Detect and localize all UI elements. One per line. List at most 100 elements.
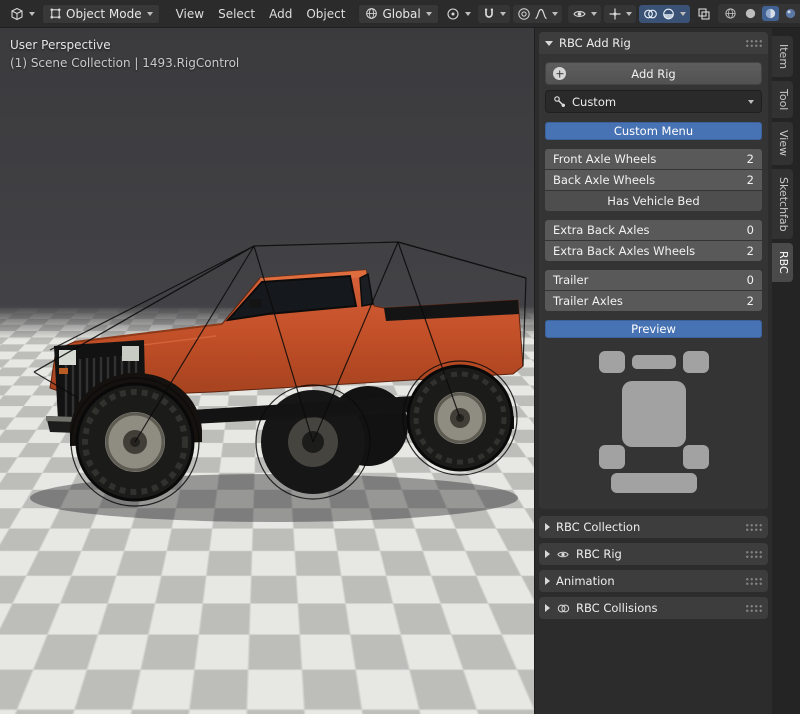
preview-front-right-wheel	[683, 351, 709, 373]
chevron-down-icon	[29, 12, 35, 16]
gizmo-icon	[608, 7, 622, 21]
tab-sketchfab[interactable]: Sketchfab	[772, 169, 793, 240]
falloff-curve-icon	[534, 7, 548, 21]
menu-object[interactable]: Object	[299, 4, 352, 24]
collapsed-arrow-icon	[545, 577, 550, 585]
chevron-down-icon	[465, 12, 471, 16]
mode-label: Object Mode	[66, 7, 142, 21]
truck-model[interactable]	[16, 220, 531, 535]
xray-icon	[697, 7, 711, 21]
chevron-down-icon	[147, 12, 153, 16]
overlays-toggle[interactable]	[639, 5, 690, 23]
tab-item[interactable]: Item	[772, 36, 793, 77]
custom-menu-button[interactable]: Custom Menu	[545, 122, 762, 140]
tab-view[interactable]: View	[772, 122, 793, 164]
overlays-icon	[643, 7, 658, 21]
collapsed-arrow-icon	[545, 523, 550, 531]
tab-rbc[interactable]: RBC	[772, 243, 793, 282]
n-panel-sidebar: RBC Add Rig Add Rig Custom Custom Menu F…	[534, 28, 772, 714]
chevron-down-icon	[626, 12, 632, 16]
magnet-icon	[482, 7, 496, 21]
active-object-breadcrumb: (1) Scene Collection | 1493.RigControl	[10, 54, 239, 72]
wireframe-sphere-icon	[724, 7, 737, 20]
xray-toggle[interactable]	[693, 5, 715, 23]
rendered-sphere-icon	[784, 7, 797, 20]
drag-grip-icon[interactable]	[745, 523, 762, 532]
preview-back-right-wheel	[683, 445, 709, 469]
pivot-point-selector[interactable]	[442, 5, 475, 23]
menu-add[interactable]: Add	[262, 4, 299, 24]
chevron-down-icon	[680, 12, 686, 16]
shading-material-button[interactable]	[762, 6, 779, 21]
drag-grip-icon[interactable]	[745, 577, 762, 586]
viewport-header: Object Mode View Select Add Object Globa…	[0, 0, 800, 28]
globe-icon	[365, 7, 378, 20]
transform-orientation-selector[interactable]: Global	[358, 4, 438, 24]
add-rig-button[interactable]: Add Rig	[545, 62, 762, 85]
preview-button[interactable]: Preview	[545, 320, 762, 338]
drag-grip-icon[interactable]	[745, 604, 762, 613]
panel-header-rbc-collection[interactable]: RBC Collection	[539, 516, 768, 538]
proportional-editing-icon	[517, 7, 531, 21]
field-extra-back-axles-wheels[interactable]: Extra Back Axles Wheels 2	[545, 241, 762, 261]
rig-preset-value: Custom	[572, 95, 616, 109]
chevron-down-icon	[500, 12, 506, 16]
preview-back-left-wheel	[599, 445, 625, 469]
preview-front-left-wheel	[599, 351, 625, 373]
field-trailer[interactable]: Trailer 0	[545, 270, 762, 290]
chevron-down-icon	[426, 12, 432, 16]
preview-body	[622, 381, 686, 447]
toggle-has-vehicle-bed[interactable]: Has Vehicle Bed	[545, 191, 762, 211]
gizmo-dropdown[interactable]	[604, 5, 636, 23]
sidebar-tabs: Item Tool View Sketchfab RBC	[772, 28, 800, 714]
rig-preset-dropdown[interactable]: Custom	[545, 90, 762, 113]
field-back-axle-wheels[interactable]: Back Axle Wheels 2	[545, 170, 762, 190]
viewport-editor-icon	[10, 7, 24, 21]
material-sphere-icon	[764, 7, 777, 20]
rig-preset-icon	[553, 95, 566, 108]
menu-select[interactable]: Select	[211, 4, 262, 24]
view-perspective-label: User Perspective	[10, 36, 239, 54]
editor-type-selector[interactable]	[6, 5, 39, 23]
field-trailer-axles[interactable]: Trailer Axles 2	[545, 291, 762, 311]
chevron-down-icon	[748, 100, 754, 104]
panel-header-rbc-collisions[interactable]: RBC Collisions	[539, 597, 768, 619]
menubar: View Select Add Object	[169, 4, 353, 24]
shading-solid-button[interactable]	[742, 6, 759, 21]
panel-header-rbc-add-rig[interactable]: RBC Add Rig	[539, 32, 768, 54]
expand-arrow-icon	[545, 41, 553, 46]
3d-viewport[interactable]: User Perspective (1) Scene Collection | …	[0, 28, 534, 714]
drag-grip-icon[interactable]	[745, 550, 762, 559]
field-extra-back-axles[interactable]: Extra Back Axles 0	[545, 220, 762, 240]
visibility-dropdown[interactable]	[568, 5, 601, 23]
eye-icon	[556, 548, 570, 561]
trailer-group: Trailer 0 Trailer Axles 2	[545, 270, 762, 311]
panel-rbc-add-rig: RBC Add Rig Add Rig Custom Custom Menu F…	[539, 32, 768, 509]
drag-grip-icon[interactable]	[745, 39, 762, 48]
chevron-down-icon	[591, 12, 597, 16]
panel-title: RBC Add Rig	[559, 36, 631, 50]
collapsed-arrow-icon	[545, 604, 550, 612]
snap-cluster[interactable]	[478, 5, 510, 23]
proportional-editing-cluster[interactable]	[513, 5, 562, 23]
menu-view[interactable]: View	[169, 4, 211, 24]
orientation-label: Global	[382, 7, 420, 21]
overlay-sphere-icon	[661, 7, 676, 21]
field-front-axle-wheels[interactable]: Front Axle Wheels 2	[545, 149, 762, 169]
blender-window: Object Mode View Select Add Object Globa…	[0, 0, 800, 714]
shading-wireframe-button[interactable]	[722, 6, 739, 21]
shading-rendered-button[interactable]	[782, 6, 799, 21]
mode-selector[interactable]: Object Mode	[42, 4, 160, 24]
tab-tool[interactable]: Tool	[772, 81, 793, 118]
shading-mode-cluster	[718, 4, 800, 23]
axle-fields-group: Front Axle Wheels 2 Back Axle Wheels 2 H…	[545, 149, 762, 211]
plus-icon	[553, 67, 566, 80]
panel-header-rbc-rig[interactable]: RBC Rig	[539, 543, 768, 565]
preview-vehicle-bed	[611, 473, 697, 493]
object-mode-icon	[49, 7, 62, 20]
physics-icon	[556, 602, 570, 615]
panel-header-animation[interactable]: Animation	[539, 570, 768, 592]
pivot-icon	[446, 7, 460, 21]
eye-icon	[572, 7, 587, 21]
add-rig-label: Add Rig	[631, 67, 675, 81]
